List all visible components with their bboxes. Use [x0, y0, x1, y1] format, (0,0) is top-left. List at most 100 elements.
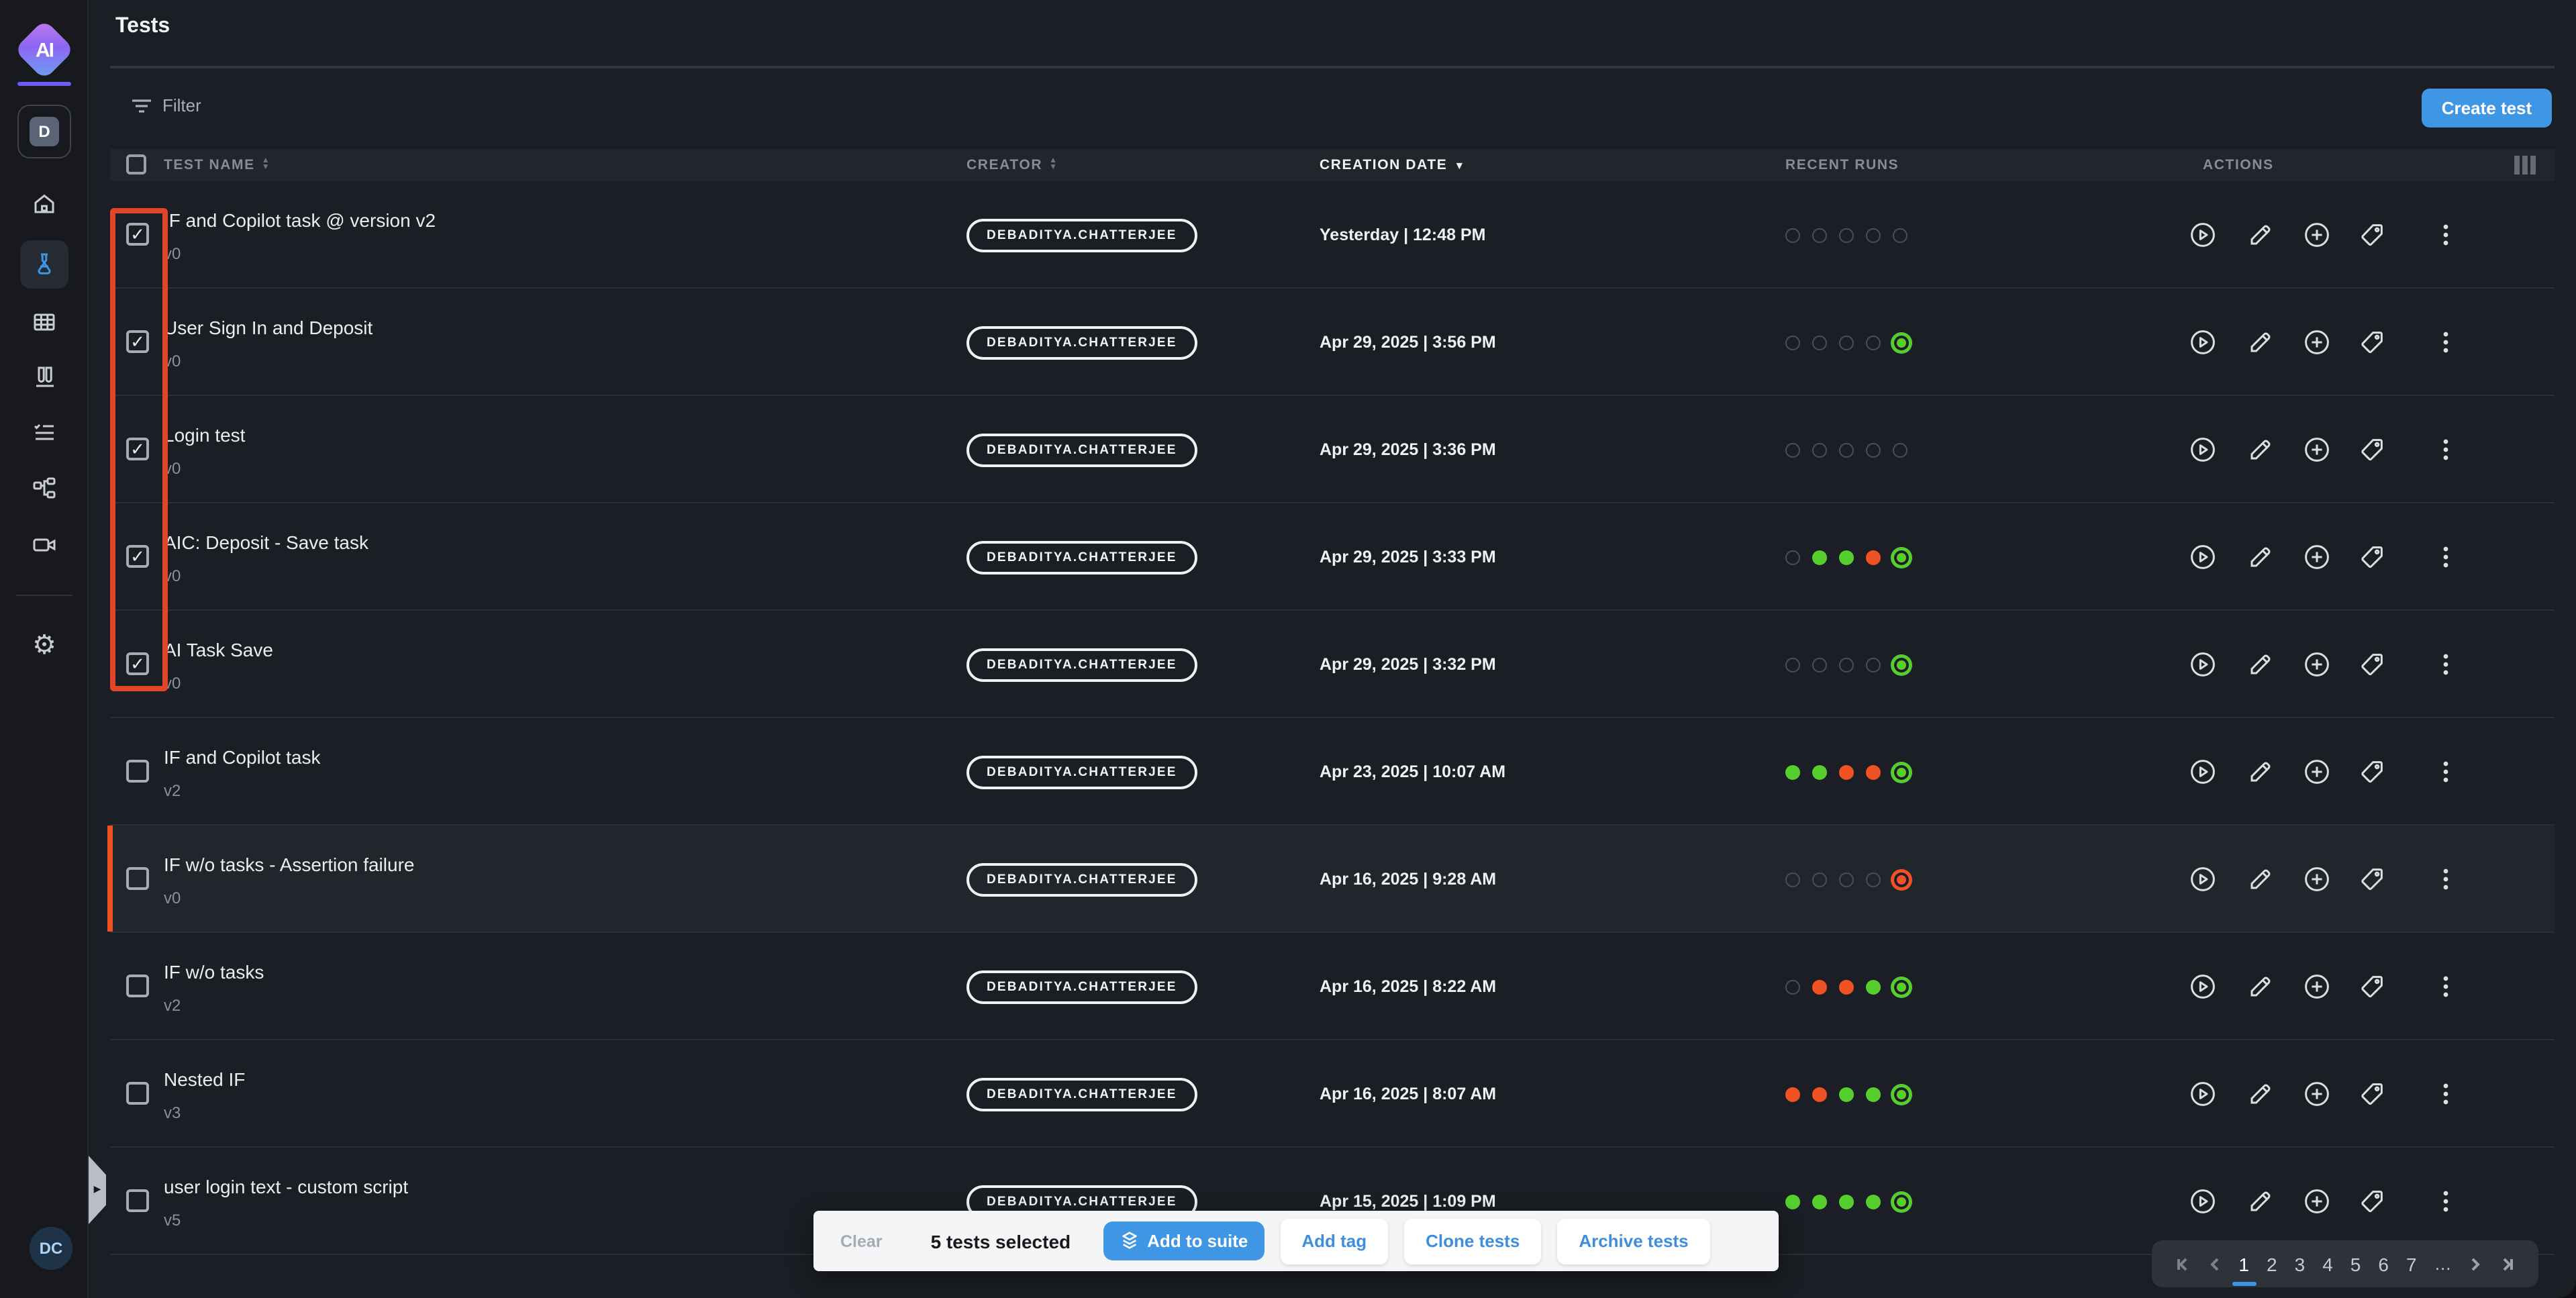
test-name[interactable]: IF w/o tasks — [164, 961, 264, 983]
add-to-suite-row-button[interactable] — [2303, 973, 2330, 1000]
run-test-button[interactable] — [2189, 329, 2216, 356]
tag-icon-button[interactable] — [2359, 973, 2385, 1000]
row-checkbox[interactable]: ✓ — [126, 330, 149, 353]
run-test-button[interactable] — [2189, 544, 2216, 570]
edit-test-button[interactable] — [2247, 1188, 2274, 1215]
clear-selection-button[interactable]: Clear — [840, 1232, 883, 1250]
row-checkbox[interactable] — [126, 867, 149, 890]
column-header-creation-date[interactable]: CREATION DATE ▼ — [1320, 149, 1466, 181]
more-actions-button[interactable] — [2435, 221, 2457, 248]
page-number-3[interactable]: 3 — [2295, 1253, 2306, 1275]
more-actions-button[interactable] — [2435, 758, 2457, 785]
add-to-suite-row-button[interactable] — [2303, 221, 2330, 248]
more-actions-button[interactable] — [2435, 866, 2457, 893]
run-test-button[interactable] — [2189, 758, 2216, 785]
test-name[interactable]: IF and Copilot task — [164, 746, 320, 768]
test-name[interactable]: AI Task Save — [164, 639, 273, 660]
run-test-button[interactable] — [2189, 651, 2216, 678]
sidebar-item-recordings[interactable] — [31, 532, 58, 558]
page-number-7[interactable]: 7 — [2406, 1253, 2417, 1275]
add-to-suite-row-button[interactable] — [2303, 1081, 2330, 1107]
more-actions-button[interactable] — [2435, 436, 2457, 463]
tag-icon-button[interactable] — [2359, 758, 2385, 785]
workspace-selector[interactable]: D — [17, 105, 71, 158]
tag-icon-button[interactable] — [2359, 221, 2385, 248]
test-name[interactable]: User Sign In and Deposit — [164, 317, 373, 338]
edit-test-button[interactable] — [2247, 651, 2274, 678]
run-test-button[interactable] — [2189, 866, 2216, 893]
edit-test-button[interactable] — [2247, 973, 2274, 1000]
test-name[interactable]: user login text - custom script — [164, 1176, 408, 1197]
first-page-button[interactable] — [2174, 1256, 2190, 1272]
tag-icon-button[interactable] — [2359, 1188, 2385, 1215]
run-test-button[interactable] — [2189, 1188, 2216, 1215]
filter-button[interactable]: Filter — [132, 95, 201, 115]
edit-test-button[interactable] — [2247, 436, 2274, 463]
edit-test-button[interactable] — [2247, 544, 2274, 570]
add-to-suite-row-button[interactable] — [2303, 1188, 2330, 1215]
add-to-suite-row-button[interactable] — [2303, 544, 2330, 570]
page-number-5[interactable]: 5 — [2350, 1253, 2361, 1275]
more-actions-button[interactable] — [2435, 651, 2457, 678]
add-to-suite-row-button[interactable] — [2303, 651, 2330, 678]
add-to-suite-row-button[interactable] — [2303, 758, 2330, 785]
page-number-2[interactable]: 2 — [2267, 1253, 2277, 1275]
tag-icon-button[interactable] — [2359, 329, 2385, 356]
test-name[interactable]: Login test — [164, 424, 245, 446]
sidebar-item-results[interactable] — [31, 309, 58, 336]
add-to-suite-row-button[interactable] — [2303, 436, 2330, 463]
edit-test-button[interactable] — [2247, 1081, 2274, 1107]
run-test-button[interactable] — [2189, 1081, 2216, 1107]
page-number-1[interactable]: 1 — [2238, 1253, 2249, 1275]
column-settings-icon[interactable] — [2514, 156, 2536, 174]
sidebar-item-home[interactable] — [31, 191, 58, 217]
add-to-suite-row-button[interactable] — [2303, 329, 2330, 356]
add-to-suite-row-button[interactable] — [2303, 866, 2330, 893]
sidebar-item-test-suites[interactable] — [31, 364, 58, 391]
create-test-button[interactable]: Create test — [2422, 89, 2552, 128]
edit-test-button[interactable] — [2247, 758, 2274, 785]
edit-test-button[interactable] — [2247, 329, 2274, 356]
more-actions-button[interactable] — [2435, 973, 2457, 1000]
column-header-test-name[interactable]: TEST NAME ▲▼ — [164, 149, 270, 181]
tag-icon-button[interactable] — [2359, 1081, 2385, 1107]
row-checkbox[interactable] — [126, 1082, 149, 1105]
row-checkbox[interactable]: ✓ — [126, 652, 149, 675]
tag-icon-button[interactable] — [2359, 866, 2385, 893]
select-all-checkbox[interactable] — [126, 154, 146, 174]
previous-page-button[interactable] — [2208, 1256, 2221, 1272]
edit-test-button[interactable] — [2247, 866, 2274, 893]
run-test-button[interactable] — [2189, 221, 2216, 248]
row-checkbox[interactable] — [126, 1189, 149, 1212]
edit-test-button[interactable] — [2247, 221, 2274, 248]
sidebar-item-task-list[interactable] — [31, 419, 58, 446]
row-checkbox[interactable]: ✓ — [126, 223, 149, 246]
row-checkbox[interactable] — [126, 760, 149, 783]
tag-icon-button[interactable] — [2359, 651, 2385, 678]
add-to-suite-button[interactable]: Add to suite — [1103, 1221, 1264, 1260]
sidebar-item-settings[interactable]: ⚙ — [31, 631, 58, 658]
row-checkbox[interactable] — [126, 975, 149, 997]
test-name[interactable]: Nested IF — [164, 1068, 245, 1090]
more-actions-button[interactable] — [2435, 544, 2457, 570]
run-test-button[interactable] — [2189, 436, 2216, 463]
test-name[interactable]: IF w/o tasks - Assertion failure — [164, 854, 414, 875]
archive-tests-button[interactable]: Archive tests — [1557, 1218, 1710, 1264]
app-logo-icon[interactable]: AI — [14, 19, 75, 81]
next-page-button[interactable] — [2469, 1256, 2483, 1272]
column-header-creator[interactable]: CREATOR ▲▼ — [967, 149, 1058, 181]
page-number-6[interactable]: 6 — [2378, 1253, 2389, 1275]
last-page-button[interactable] — [2500, 1256, 2516, 1272]
row-checkbox[interactable]: ✓ — [126, 438, 149, 460]
more-actions-button[interactable] — [2435, 1188, 2457, 1215]
tag-icon-button[interactable] — [2359, 436, 2385, 463]
page-number-4[interactable]: 4 — [2322, 1253, 2333, 1275]
sidebar-item-tests[interactable] — [31, 251, 58, 278]
clone-tests-button[interactable]: Clone tests — [1404, 1218, 1541, 1264]
row-checkbox[interactable]: ✓ — [126, 545, 149, 568]
sidebar-item-workflows[interactable] — [31, 475, 58, 502]
test-name[interactable]: IF and Copilot task @ version v2 — [164, 209, 436, 231]
test-name[interactable]: AIC: Deposit - Save task — [164, 532, 368, 553]
more-actions-button[interactable] — [2435, 329, 2457, 356]
run-test-button[interactable] — [2189, 973, 2216, 1000]
